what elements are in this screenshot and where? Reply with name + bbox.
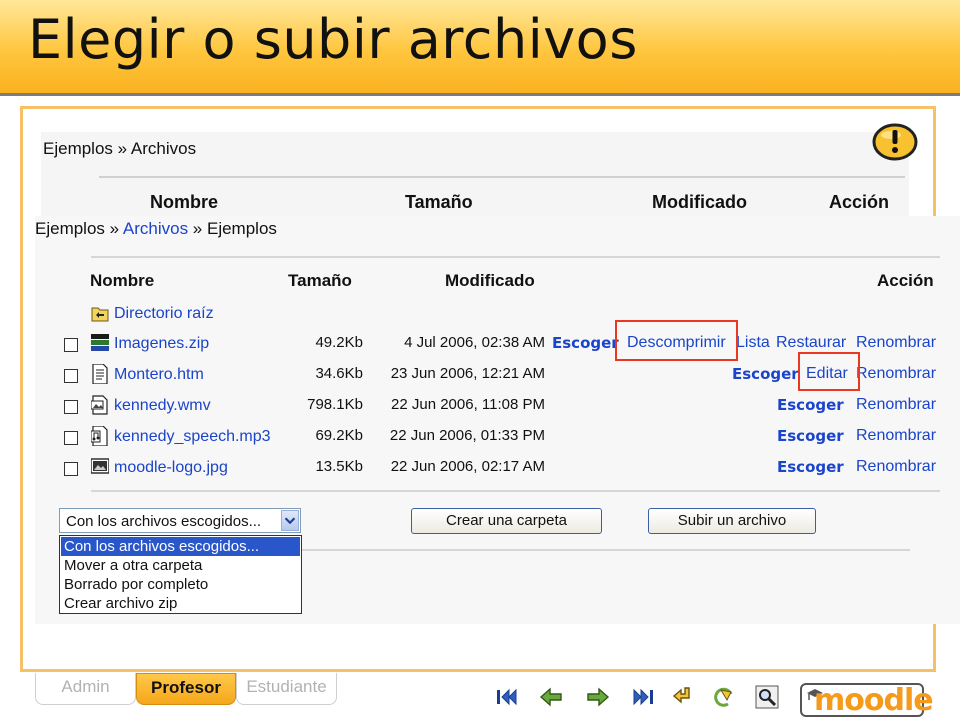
previous-slide-icon[interactable] bbox=[538, 684, 564, 710]
file-checkbox[interactable] bbox=[64, 462, 78, 476]
file-date: 22 Jun 2006, 02:17 AM bbox=[390, 458, 545, 475]
file-date: 4 Jul 2006, 02:38 AM bbox=[404, 334, 545, 351]
choose-link[interactable]: Escoger bbox=[777, 427, 844, 445]
file-date: 22 Jun 2006, 01:33 PM bbox=[389, 427, 545, 444]
slide: Elegir o subir archivos Ejemplos » Archi… bbox=[0, 0, 960, 720]
breadcrumb: Ejemplos » Archivos » Ejemplos bbox=[35, 219, 277, 239]
file-size: 69.2Kb bbox=[315, 427, 363, 444]
file-link[interactable]: Imagenes.zip bbox=[114, 335, 209, 353]
rename-link[interactable]: Renombrar bbox=[856, 458, 936, 476]
chevron-down-icon[interactable] bbox=[281, 510, 299, 531]
header-size: Tamaño bbox=[288, 271, 352, 290]
back-icon[interactable] bbox=[709, 684, 735, 710]
select-option[interactable]: Con los archivos escogidos... bbox=[61, 537, 300, 556]
file-link[interactable]: kennedy.wmv bbox=[114, 397, 211, 415]
tab-estudiante[interactable]: Estudiante bbox=[236, 673, 337, 705]
file-size: 13.5Kb bbox=[315, 458, 363, 475]
file-checkbox[interactable] bbox=[64, 400, 78, 414]
middle-divider bbox=[91, 490, 940, 492]
header-name: Nombre bbox=[90, 271, 155, 290]
highlight-unzip bbox=[615, 320, 738, 361]
file-date: 22 Jun 2006, 11:08 PM bbox=[391, 396, 545, 413]
next-slide-icon[interactable] bbox=[585, 684, 611, 710]
breadcrumb-current: Ejemplos bbox=[206, 219, 277, 238]
select-option[interactable]: Crear archivo zip bbox=[61, 594, 300, 613]
logo-text: moodle bbox=[814, 683, 934, 718]
table-row: kennedy_speech.mp3 69.2Kb 22 Jun 2006, 0… bbox=[0, 426, 960, 452]
file-checkbox[interactable] bbox=[64, 431, 78, 445]
last-slide-icon[interactable] bbox=[630, 684, 656, 710]
title-divider bbox=[0, 93, 960, 96]
choose-link[interactable]: Escoger bbox=[552, 334, 619, 352]
breadcrumb-link-archivos[interactable]: Archivos bbox=[123, 219, 188, 238]
rename-link[interactable]: Renombrar bbox=[856, 334, 936, 352]
upload-file-button[interactable]: Subir un archivo bbox=[648, 508, 816, 534]
file-link[interactable]: kennedy_speech.mp3 bbox=[114, 428, 271, 446]
create-folder-button[interactable]: Crear una carpeta bbox=[411, 508, 602, 534]
choose-link[interactable]: Escoger bbox=[777, 458, 844, 476]
root-directory-link[interactable]: Directorio raíz bbox=[114, 305, 214, 323]
select-option[interactable]: Mover a otra carpeta bbox=[61, 556, 300, 575]
file-size: 34.6Kb bbox=[315, 365, 363, 382]
select-dropdown-list: Con los archivos escogidos... Mover a ot… bbox=[59, 535, 302, 614]
rename-link[interactable]: Renombrar bbox=[856, 427, 936, 445]
background-header-size: Tamaño bbox=[405, 192, 473, 212]
video-file-icon bbox=[91, 395, 108, 415]
select-option[interactable]: Borrado por completo bbox=[61, 575, 300, 594]
file-action-select[interactable]: Con los archivos escogidos... bbox=[59, 508, 301, 533]
file-size: 49.2Kb bbox=[315, 334, 363, 351]
tab-admin[interactable]: Admin bbox=[35, 673, 136, 705]
choose-link[interactable]: Escoger bbox=[732, 365, 799, 383]
root-directory-row: Directorio raíz bbox=[0, 303, 960, 329]
file-checkbox[interactable] bbox=[64, 369, 78, 383]
highlight-edit bbox=[798, 352, 860, 391]
zoom-icon[interactable] bbox=[754, 684, 780, 710]
file-date: 23 Jun 2006, 12:21 AM bbox=[390, 365, 545, 382]
moodle-logo: moodle bbox=[800, 683, 934, 718]
file-link[interactable]: Montero.htm bbox=[114, 366, 204, 384]
breadcrumb-root: Ejemplos bbox=[35, 219, 105, 238]
header-action: Acción bbox=[877, 271, 934, 290]
choose-link[interactable]: Escoger bbox=[777, 396, 844, 414]
audio-file-icon bbox=[91, 426, 108, 446]
slide-title: Elegir o subir archivos bbox=[28, 8, 638, 71]
rename-link[interactable]: Renombrar bbox=[856, 365, 936, 383]
file-link[interactable]: moodle-logo.jpg bbox=[114, 459, 228, 477]
list-link[interactable]: Lista bbox=[736, 334, 770, 352]
breadcrumb-separator: » bbox=[104, 219, 123, 238]
table-row: kennedy.wmv 798.1Kb 22 Jun 2006, 11:08 P… bbox=[0, 395, 960, 421]
first-slide-icon[interactable] bbox=[494, 684, 520, 710]
top-divider bbox=[91, 256, 940, 258]
warning-icon bbox=[872, 123, 918, 161]
background-header-modified: Modificado bbox=[652, 192, 747, 212]
background-breadcrumb: Ejemplos » Archivos bbox=[43, 139, 197, 158]
return-icon[interactable] bbox=[669, 684, 695, 710]
background-divider bbox=[99, 176, 905, 178]
image-file-icon bbox=[91, 458, 109, 474]
zip-icon bbox=[91, 334, 109, 351]
background-header-action: Acción bbox=[829, 192, 890, 212]
title-bar: Elegir o subir archivos bbox=[0, 0, 960, 93]
html-file-icon bbox=[92, 364, 108, 384]
select-value: Con los archivos escogidos... bbox=[66, 513, 262, 530]
file-checkbox[interactable] bbox=[64, 338, 78, 352]
tab-profesor[interactable]: Profesor bbox=[136, 673, 236, 705]
file-size: 798.1Kb bbox=[307, 396, 363, 413]
restore-link[interactable]: Restaurar bbox=[776, 334, 846, 352]
rename-link[interactable]: Renombrar bbox=[856, 396, 936, 414]
folder-up-icon bbox=[91, 307, 109, 322]
bottom-divider bbox=[302, 549, 910, 551]
header-modified: Modificado bbox=[445, 271, 535, 290]
background-header-name: Nombre bbox=[150, 192, 219, 212]
table-row: moodle-logo.jpg 13.5Kb 22 Jun 2006, 02:1… bbox=[0, 457, 960, 483]
breadcrumb-separator: » bbox=[188, 219, 207, 238]
